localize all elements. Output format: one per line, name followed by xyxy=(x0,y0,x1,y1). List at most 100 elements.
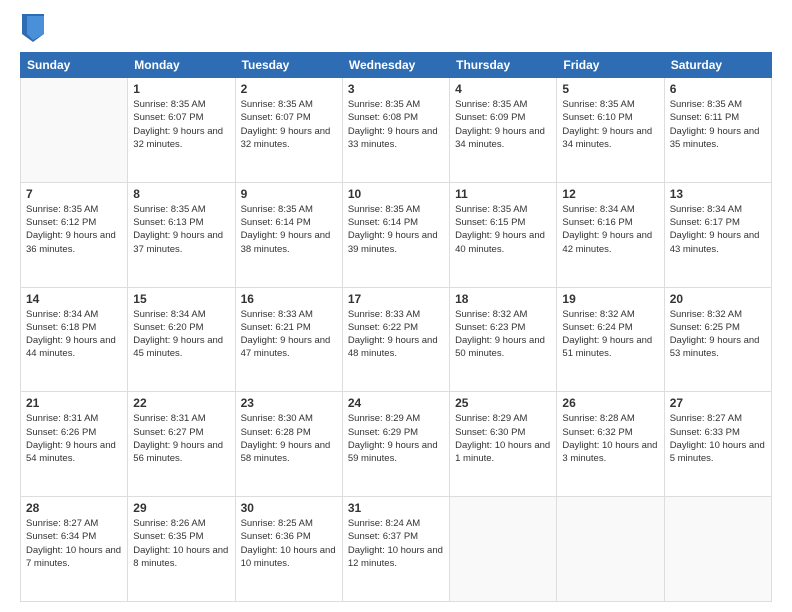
day-info: Sunrise: 8:29 AMSunset: 6:30 PMDaylight:… xyxy=(455,412,551,465)
calendar-cell: 9 Sunrise: 8:35 AMSunset: 6:14 PMDaylight… xyxy=(235,182,342,287)
day-info: Sunrise: 8:35 AMSunset: 6:13 PMDaylight:… xyxy=(133,203,229,256)
weekday-header-wednesday: Wednesday xyxy=(342,53,449,78)
calendar-cell: 31 Sunrise: 8:24 AMSunset: 6:37 PMDayligh… xyxy=(342,497,449,602)
week-row-1: 7 Sunrise: 8:35 AMSunset: 6:12 PMDaylight… xyxy=(21,182,772,287)
calendar-cell: 11 Sunrise: 8:35 AMSunset: 6:15 PMDayligh… xyxy=(450,182,557,287)
day-info: Sunrise: 8:34 AMSunset: 6:20 PMDaylight:… xyxy=(133,308,229,361)
header xyxy=(20,16,772,42)
logo xyxy=(20,16,44,42)
calendar-cell: 13 Sunrise: 8:34 AMSunset: 6:17 PMDayligh… xyxy=(664,182,771,287)
day-number: 15 xyxy=(133,292,229,306)
weekday-header-thursday: Thursday xyxy=(450,53,557,78)
weekday-header-row: SundayMondayTuesdayWednesdayThursdayFrid… xyxy=(21,53,772,78)
day-number: 13 xyxy=(670,187,766,201)
day-info: Sunrise: 8:27 AMSunset: 6:34 PMDaylight:… xyxy=(26,517,122,570)
calendar-cell xyxy=(21,78,128,183)
weekday-header-saturday: Saturday xyxy=(664,53,771,78)
weekday-header-tuesday: Tuesday xyxy=(235,53,342,78)
day-number: 12 xyxy=(562,187,658,201)
calendar-cell: 23Sunrise: 8:30 AMSunset: 6:28 PMDayligh… xyxy=(235,392,342,497)
calendar-cell: 25 Sunrise: 8:29 AMSunset: 6:30 PMDayligh… xyxy=(450,392,557,497)
day-number: 26 xyxy=(562,396,658,410)
day-info: Sunrise: 8:33 AMSunset: 6:22 PMDaylight:… xyxy=(348,308,444,361)
day-number: 21 xyxy=(26,396,122,410)
calendar-cell: 4 Sunrise: 8:35 AMSunset: 6:09 PMDaylight… xyxy=(450,78,557,183)
day-number: 31 xyxy=(348,501,444,515)
day-number: 2 xyxy=(241,82,337,96)
calendar-table: SundayMondayTuesdayWednesdayThursdayFrid… xyxy=(20,52,772,602)
calendar-cell: 7 Sunrise: 8:35 AMSunset: 6:12 PMDaylight… xyxy=(21,182,128,287)
day-info: Sunrise: 8:34 AMSunset: 6:18 PMDaylight:… xyxy=(26,308,122,361)
day-info: Sunrise: 8:35 AMSunset: 6:10 PMDaylight:… xyxy=(562,98,658,151)
day-number: 28 xyxy=(26,501,122,515)
day-number: 11 xyxy=(455,187,551,201)
calendar-cell: 29 Sunrise: 8:26 AMSunset: 6:35 PMDayligh… xyxy=(128,497,235,602)
day-info: Sunrise: 8:35 AMSunset: 6:11 PMDaylight:… xyxy=(670,98,766,151)
day-number: 29 xyxy=(133,501,229,515)
calendar-cell: 8 Sunrise: 8:35 AMSunset: 6:13 PMDaylight… xyxy=(128,182,235,287)
day-info: Sunrise: 8:26 AMSunset: 6:35 PMDaylight:… xyxy=(133,517,229,570)
day-info: Sunrise: 8:35 AMSunset: 6:07 PMDaylight:… xyxy=(133,98,229,151)
calendar-cell: 6 Sunrise: 8:35 AMSunset: 6:11 PMDaylight… xyxy=(664,78,771,183)
calendar-cell: 15 Sunrise: 8:34 AMSunset: 6:20 PMDayligh… xyxy=(128,287,235,392)
calendar-cell: 14Sunrise: 8:34 AMSunset: 6:18 PMDayligh… xyxy=(21,287,128,392)
day-number: 18 xyxy=(455,292,551,306)
day-info: Sunrise: 8:31 AMSunset: 6:27 PMDaylight:… xyxy=(133,412,229,465)
day-number: 24 xyxy=(348,396,444,410)
calendar-cell: 1 Sunrise: 8:35 AMSunset: 6:07 PMDaylight… xyxy=(128,78,235,183)
calendar-cell: 10Sunrise: 8:35 AMSunset: 6:14 PMDayligh… xyxy=(342,182,449,287)
day-info: Sunrise: 8:34 AMSunset: 6:16 PMDaylight:… xyxy=(562,203,658,256)
day-number: 9 xyxy=(241,187,337,201)
day-number: 19 xyxy=(562,292,658,306)
day-number: 16 xyxy=(241,292,337,306)
day-info: Sunrise: 8:35 AMSunset: 6:08 PMDaylight:… xyxy=(348,98,444,151)
day-info: Sunrise: 8:27 AMSunset: 6:33 PMDaylight:… xyxy=(670,412,766,465)
day-number: 20 xyxy=(670,292,766,306)
day-number: 25 xyxy=(455,396,551,410)
day-info: Sunrise: 8:32 AMSunset: 6:25 PMDaylight:… xyxy=(670,308,766,361)
calendar-cell: 12 Sunrise: 8:34 AMSunset: 6:16 PMDayligh… xyxy=(557,182,664,287)
calendar-cell: 21 Sunrise: 8:31 AMSunset: 6:26 PMDayligh… xyxy=(21,392,128,497)
day-number: 1 xyxy=(133,82,229,96)
calendar-cell: 18 Sunrise: 8:32 AMSunset: 6:23 PMDayligh… xyxy=(450,287,557,392)
day-info: Sunrise: 8:31 AMSunset: 6:26 PMDaylight:… xyxy=(26,412,122,465)
week-row-2: 14Sunrise: 8:34 AMSunset: 6:18 PMDayligh… xyxy=(21,287,772,392)
day-info: Sunrise: 8:34 AMSunset: 6:17 PMDaylight:… xyxy=(670,203,766,256)
calendar-cell xyxy=(557,497,664,602)
day-info: Sunrise: 8:35 AMSunset: 6:14 PMDaylight:… xyxy=(241,203,337,256)
calendar-cell: 28 Sunrise: 8:27 AMSunset: 6:34 PMDayligh… xyxy=(21,497,128,602)
day-number: 7 xyxy=(26,187,122,201)
calendar-cell xyxy=(664,497,771,602)
calendar-cell: 3 Sunrise: 8:35 AMSunset: 6:08 PMDaylight… xyxy=(342,78,449,183)
calendar-cell: 26 Sunrise: 8:28 AMSunset: 6:32 PMDayligh… xyxy=(557,392,664,497)
weekday-header-friday: Friday xyxy=(557,53,664,78)
day-number: 5 xyxy=(562,82,658,96)
day-number: 22 xyxy=(133,396,229,410)
week-row-0: 1 Sunrise: 8:35 AMSunset: 6:07 PMDaylight… xyxy=(21,78,772,183)
logo-icon xyxy=(22,14,44,42)
day-number: 17 xyxy=(348,292,444,306)
calendar-page: SundayMondayTuesdayWednesdayThursdayFrid… xyxy=(0,0,792,612)
calendar-cell: 22 Sunrise: 8:31 AMSunset: 6:27 PMDayligh… xyxy=(128,392,235,497)
week-row-3: 21 Sunrise: 8:31 AMSunset: 6:26 PMDayligh… xyxy=(21,392,772,497)
day-number: 8 xyxy=(133,187,229,201)
day-info: Sunrise: 8:28 AMSunset: 6:32 PMDaylight:… xyxy=(562,412,658,465)
day-info: Sunrise: 8:30 AMSunset: 6:28 PMDaylight:… xyxy=(241,412,337,465)
day-info: Sunrise: 8:33 AMSunset: 6:21 PMDaylight:… xyxy=(241,308,337,361)
day-info: Sunrise: 8:35 AMSunset: 6:14 PMDaylight:… xyxy=(348,203,444,256)
weekday-header-monday: Monday xyxy=(128,53,235,78)
calendar-cell: 2 Sunrise: 8:35 AMSunset: 6:07 PMDaylight… xyxy=(235,78,342,183)
day-info: Sunrise: 8:35 AMSunset: 6:15 PMDaylight:… xyxy=(455,203,551,256)
day-info: Sunrise: 8:35 AMSunset: 6:12 PMDaylight:… xyxy=(26,203,122,256)
day-number: 6 xyxy=(670,82,766,96)
week-row-4: 28 Sunrise: 8:27 AMSunset: 6:34 PMDayligh… xyxy=(21,497,772,602)
day-info: Sunrise: 8:32 AMSunset: 6:23 PMDaylight:… xyxy=(455,308,551,361)
day-number: 4 xyxy=(455,82,551,96)
calendar-cell: 24 Sunrise: 8:29 AMSunset: 6:29 PMDayligh… xyxy=(342,392,449,497)
day-number: 3 xyxy=(348,82,444,96)
day-info: Sunrise: 8:29 AMSunset: 6:29 PMDaylight:… xyxy=(348,412,444,465)
day-info: Sunrise: 8:24 AMSunset: 6:37 PMDaylight:… xyxy=(348,517,444,570)
day-info: Sunrise: 8:35 AMSunset: 6:07 PMDaylight:… xyxy=(241,98,337,151)
calendar-cell: 17 Sunrise: 8:33 AMSunset: 6:22 PMDayligh… xyxy=(342,287,449,392)
day-info: Sunrise: 8:35 AMSunset: 6:09 PMDaylight:… xyxy=(455,98,551,151)
